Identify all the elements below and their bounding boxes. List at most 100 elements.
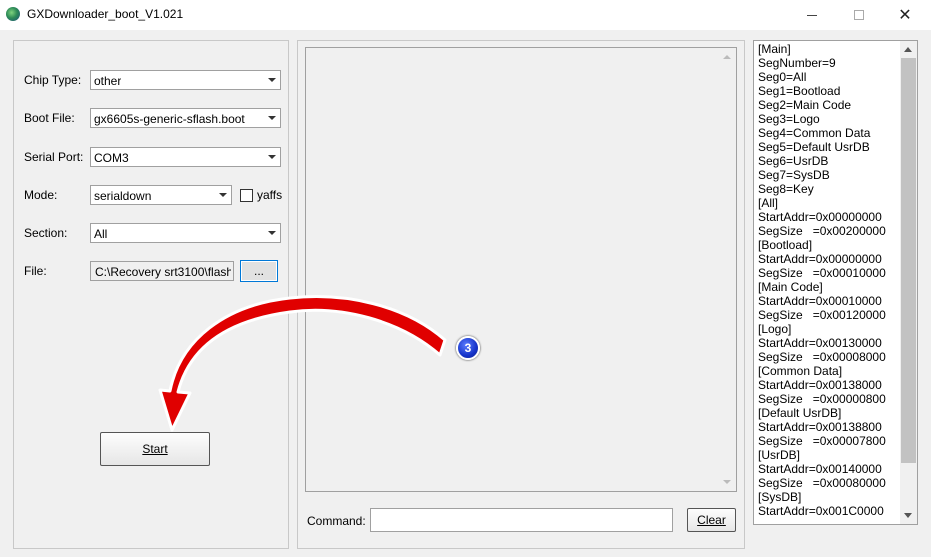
minimize-icon	[807, 14, 817, 16]
minimize-button[interactable]	[789, 0, 835, 30]
boot-file-value: gx6605s-generic-sflash.boot	[94, 112, 245, 126]
browse-button[interactable]: ...	[240, 260, 278, 282]
scroll-up-icon[interactable]	[723, 55, 731, 59]
mode-select[interactable]: serialdown	[90, 185, 232, 205]
file-label: File:	[24, 264, 47, 278]
config-line: [UsrDB]	[758, 448, 800, 462]
yaffs-checkbox[interactable]	[240, 189, 253, 202]
chip-type-dropdown-button[interactable]	[263, 71, 280, 89]
serial-port-label: Serial Port:	[24, 150, 84, 164]
config-line: Seg1=Bootload	[758, 84, 841, 98]
config-line: [Default UsrDB]	[758, 406, 842, 420]
config-line: SegSize =0x00000800	[758, 392, 886, 406]
mode-label: Mode:	[24, 188, 58, 202]
config-line: SegSize =0x00200000	[758, 224, 886, 238]
config-line: SegSize =0x00010000	[758, 266, 886, 280]
close-button[interactable]: ✕	[882, 0, 928, 30]
section-dropdown-button[interactable]	[263, 224, 280, 242]
close-icon: ✕	[898, 7, 912, 24]
config-line: StartAddr=0x00000000	[758, 252, 882, 266]
mode-row: Mode:	[24, 184, 90, 206]
command-input[interactable]	[370, 508, 673, 532]
config-line: Seg6=UsrDB	[758, 154, 829, 168]
config-line: [Main]	[758, 42, 791, 56]
config-line: Seg2=Main Code	[758, 98, 852, 112]
config-line: [Logo]	[758, 322, 792, 336]
boot-file-select[interactable]: gx6605s-generic-sflash.boot	[90, 108, 281, 128]
file-row: File:	[24, 260, 90, 282]
config-line: Seg3=Logo	[758, 112, 820, 126]
scroll-up-icon[interactable]	[904, 47, 912, 52]
maximize-button[interactable]	[836, 0, 882, 30]
chevron-down-icon	[268, 116, 276, 120]
config-line: [All]	[758, 196, 779, 210]
mode-value: serialdown	[94, 189, 152, 203]
config-line: [Common Data]	[758, 364, 843, 378]
chevron-down-icon	[268, 78, 276, 82]
section-label: Section:	[24, 226, 68, 240]
maximize-icon	[854, 10, 864, 20]
serial-port-value: COM3	[94, 151, 129, 165]
log-panel: Command: Clear	[297, 40, 745, 549]
scroll-down-icon[interactable]	[904, 513, 912, 518]
serial-port-row: Serial Port:	[24, 146, 90, 168]
clear-button[interactable]: Clear	[687, 508, 736, 532]
chip-type-select[interactable]: other	[90, 70, 281, 90]
title-bar: GXDownloader_boot_V1.021 ✕	[0, 0, 931, 30]
config-line: Seg5=Default UsrDB	[758, 140, 870, 154]
step-badge: 3	[456, 336, 480, 360]
config-line: Seg4=Common Data	[758, 126, 871, 140]
mode-dropdown-button[interactable]	[214, 186, 231, 204]
boot-file-row: Boot File:	[24, 107, 90, 129]
boot-file-label: Boot File:	[24, 111, 75, 125]
config-line: SegSize =0x00008000	[758, 350, 886, 364]
config-line: SegNumber=9	[758, 56, 836, 70]
window-title: GXDownloader_boot_V1.021	[27, 7, 184, 21]
section-select[interactable]: All	[90, 223, 281, 243]
config-line: StartAddr=0x00138000	[758, 378, 882, 392]
scroll-thumb[interactable]	[901, 58, 916, 463]
config-line: StartAddr=0x00140000	[758, 462, 882, 476]
config-line: Seg0=All	[758, 70, 807, 84]
section-value: All	[94, 227, 108, 241]
config-line: [SysDB]	[758, 490, 802, 504]
config-line: SegSize =0x00007800	[758, 434, 886, 448]
serial-port-dropdown-button[interactable]	[263, 148, 280, 166]
section-row: Section:	[24, 222, 90, 244]
clear-button-label: Clear	[697, 513, 726, 527]
config-scrollbar[interactable]	[900, 41, 917, 524]
config-text-panel[interactable]: [Main] SegNumber=9 Seg0=All Seg1=Bootload Se…	[753, 40, 918, 525]
config-line: StartAddr=0x00000000	[758, 210, 882, 224]
file-path-value: C:\Recovery srt3100\flash	[95, 265, 231, 279]
log-scrollbar[interactable]	[719, 48, 736, 491]
yaffs-label: yaffs	[257, 188, 283, 202]
config-line: [Main Code]	[758, 280, 823, 294]
settings-panel: Chip Type: other Boot File: gx6605s-gene…	[13, 40, 289, 549]
start-button[interactable]: Start	[100, 432, 210, 466]
config-line: StartAddr=0x00010000	[758, 294, 882, 308]
chevron-down-icon	[219, 193, 227, 197]
log-output[interactable]	[305, 47, 737, 492]
serial-port-select[interactable]: COM3	[90, 147, 281, 167]
config-line: Seg7=SysDB	[758, 168, 830, 182]
config-line: StartAddr=0x00138800	[758, 420, 882, 434]
boot-file-dropdown-button[interactable]	[263, 109, 280, 127]
chip-type-row: Chip Type:	[24, 69, 90, 91]
config-line: [Bootload]	[758, 238, 813, 252]
chip-type-value: other	[94, 74, 122, 88]
client-area: Chip Type: other Boot File: gx6605s-gene…	[0, 30, 931, 557]
config-lines: [Main] SegNumber=9 Seg0=All Seg1=Bootload Se…	[758, 42, 903, 518]
scroll-down-icon[interactable]	[723, 480, 731, 484]
config-line: SegSize =0x00120000	[758, 308, 886, 322]
command-label: Command:	[307, 514, 366, 528]
config-line: Seg8=Key	[758, 182, 814, 196]
config-line: StartAddr=0x001C0000	[758, 504, 884, 518]
config-line: StartAddr=0x00130000	[758, 336, 882, 350]
chevron-down-icon	[268, 155, 276, 159]
config-line: SegSize =0x00080000	[758, 476, 886, 490]
chevron-down-icon	[268, 231, 276, 235]
app-icon	[6, 7, 20, 21]
start-button-label: Start	[142, 442, 168, 456]
file-path-field[interactable]: C:\Recovery srt3100\flash	[90, 261, 234, 281]
chip-type-label: Chip Type:	[24, 73, 82, 87]
